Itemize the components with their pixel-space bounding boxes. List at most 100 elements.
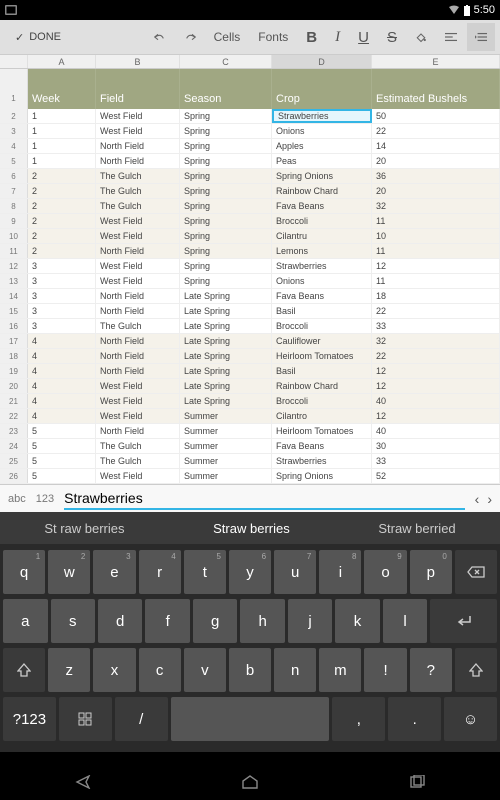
cell-field[interactable]: West Field	[96, 394, 180, 408]
key-a[interactable]: a	[3, 599, 47, 643]
corner-cell[interactable]	[0, 55, 28, 68]
key-![interactable]: !	[364, 648, 406, 692]
cell-bushels[interactable]: 22	[372, 124, 500, 138]
key-n[interactable]: n	[274, 648, 316, 692]
cell-field[interactable]: The Gulch	[96, 319, 180, 333]
cell-week[interactable]: 5	[28, 454, 96, 468]
shift-key[interactable]	[455, 648, 497, 692]
cell-crop[interactable]: Strawberries	[272, 109, 372, 123]
cell-week[interactable]: 1	[28, 124, 96, 138]
cell-week[interactable]: 2	[28, 244, 96, 258]
cell-crop[interactable]: Basil	[272, 364, 372, 378]
cell-week[interactable]: 4	[28, 349, 96, 363]
row-header[interactable]: 11	[0, 244, 28, 258]
row-header[interactable]: 22	[0, 409, 28, 423]
key-f[interactable]: f	[145, 599, 189, 643]
cell-week[interactable]: 4	[28, 394, 96, 408]
shift-key[interactable]	[3, 648, 45, 692]
col-header-d[interactable]: D	[272, 55, 372, 68]
italic-button[interactable]: I	[327, 23, 348, 52]
cell-season[interactable]: Late Spring	[180, 304, 272, 318]
key-d[interactable]: d	[98, 599, 142, 643]
undo-button[interactable]	[146, 23, 174, 51]
cell-bushels[interactable]: 32	[372, 199, 500, 213]
cell-week[interactable]: 2	[28, 169, 96, 183]
fill-color-button[interactable]	[407, 23, 435, 51]
cell-field[interactable]: North Field	[96, 424, 180, 438]
key-r[interactable]: r4	[139, 550, 181, 594]
cell-season[interactable]: Summer	[180, 439, 272, 453]
row-header[interactable]: 7	[0, 184, 28, 198]
row-header[interactable]: 9	[0, 214, 28, 228]
cell-season[interactable]: Spring	[180, 244, 272, 258]
cell-bushels[interactable]: 50	[372, 109, 500, 123]
cell-bushels[interactable]: 33	[372, 319, 500, 333]
cell-crop[interactable]: Broccoli	[272, 214, 372, 228]
header-season[interactable]: Season	[180, 69, 272, 109]
row-header[interactable]: 6	[0, 169, 28, 183]
cell-bushels[interactable]: 22	[372, 304, 500, 318]
cell-crop[interactable]: Onions	[272, 124, 372, 138]
cell-bushels[interactable]: 52	[372, 469, 500, 483]
cell-field[interactable]: West Field	[96, 109, 180, 123]
cell-crop[interactable]: Spring Onions	[272, 169, 372, 183]
key-y[interactable]: y6	[229, 550, 271, 594]
row-header[interactable]: 16	[0, 319, 28, 333]
cell-week[interactable]: 5	[28, 439, 96, 453]
key-m[interactable]: m	[319, 648, 361, 692]
cell-season[interactable]: Spring	[180, 274, 272, 288]
key-h[interactable]: h	[240, 599, 284, 643]
cell-crop[interactable]: Strawberries	[272, 454, 372, 468]
space-key[interactable]	[171, 697, 330, 741]
text-mode-button[interactable]: abc	[8, 493, 26, 505]
key-t[interactable]: t5	[184, 550, 226, 594]
comma-key[interactable]: ,	[332, 697, 385, 741]
period-key[interactable]: .	[388, 697, 441, 741]
back-button[interactable]	[74, 775, 92, 789]
key-u[interactable]: u7	[274, 550, 316, 594]
cell-bushels[interactable]: 18	[372, 289, 500, 303]
row-header[interactable]: 25	[0, 454, 28, 468]
key-g[interactable]: g	[193, 599, 237, 643]
next-cell-button[interactable]: ›	[487, 491, 492, 507]
cell-field[interactable]: North Field	[96, 289, 180, 303]
cell-bushels[interactable]: 36	[372, 169, 500, 183]
cell-bushels[interactable]: 40	[372, 394, 500, 408]
settings-key[interactable]	[59, 697, 112, 741]
cell-season[interactable]: Late Spring	[180, 334, 272, 348]
cell-field[interactable]: North Field	[96, 244, 180, 258]
cell-season[interactable]: Spring	[180, 154, 272, 168]
cell-input[interactable]: Strawberries	[64, 488, 465, 510]
cell-season[interactable]: Late Spring	[180, 379, 272, 393]
redo-button[interactable]	[176, 23, 204, 51]
row-header[interactable]: 14	[0, 289, 28, 303]
recents-button[interactable]	[408, 775, 426, 789]
row-header-1[interactable]: 1	[0, 69, 28, 109]
cell-field[interactable]: The Gulch	[96, 439, 180, 453]
slash-key[interactable]: /	[115, 697, 168, 741]
cell-field[interactable]: North Field	[96, 154, 180, 168]
cell-week[interactable]: 5	[28, 424, 96, 438]
key-p[interactable]: p0	[410, 550, 452, 594]
row-header[interactable]: 4	[0, 139, 28, 153]
row-header[interactable]: 20	[0, 379, 28, 393]
cell-week[interactable]: 2	[28, 229, 96, 243]
cell-bushels[interactable]: 20	[372, 184, 500, 198]
cell-season[interactable]: Spring	[180, 229, 272, 243]
cell-field[interactable]: West Field	[96, 214, 180, 228]
cell-field[interactable]: West Field	[96, 409, 180, 423]
cell-crop[interactable]: Cilantro	[272, 409, 372, 423]
emoji-key[interactable]: ☺	[444, 697, 497, 741]
cell-season[interactable]: Spring	[180, 184, 272, 198]
fonts-button[interactable]: Fonts	[250, 24, 296, 50]
cell-field[interactable]: West Field	[96, 379, 180, 393]
cell-season[interactable]: Spring	[180, 259, 272, 273]
cell-week[interactable]: 3	[28, 274, 96, 288]
cell-bushels[interactable]: 22	[372, 349, 500, 363]
row-header[interactable]: 8	[0, 199, 28, 213]
row-header[interactable]: 3	[0, 124, 28, 138]
strikethrough-button[interactable]: S	[379, 23, 405, 52]
row-header[interactable]: 17	[0, 334, 28, 348]
key-c[interactable]: c	[139, 648, 181, 692]
cell-week[interactable]: 5	[28, 469, 96, 483]
